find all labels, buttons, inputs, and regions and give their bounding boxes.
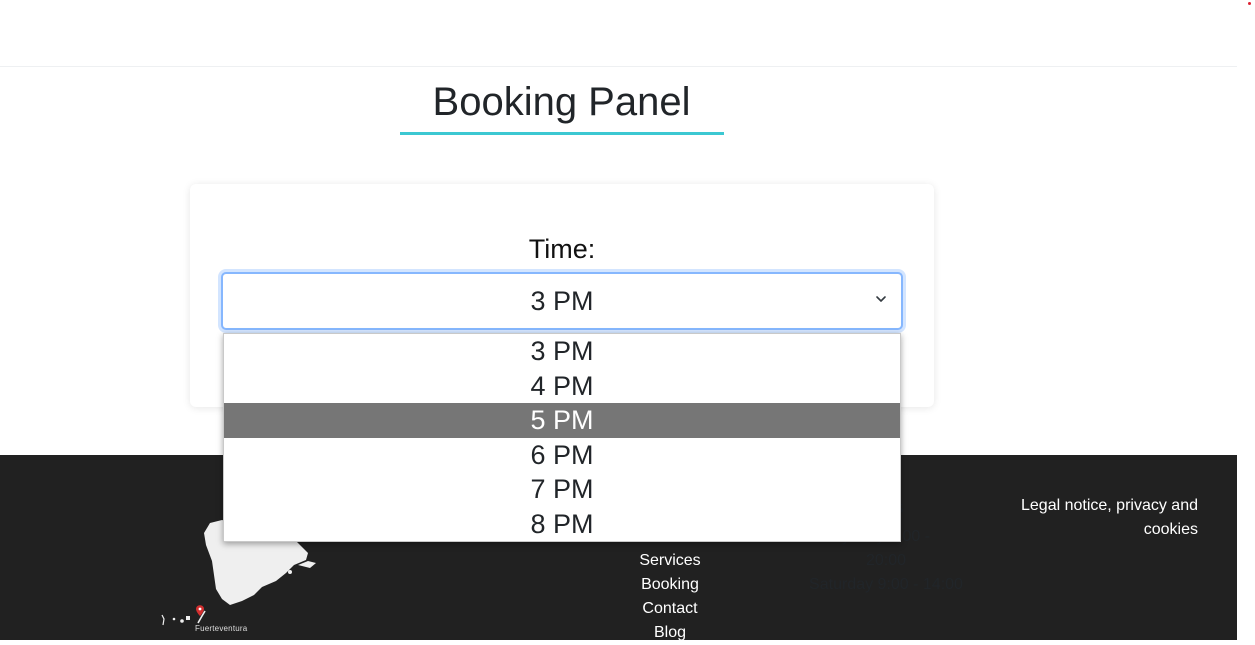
title-underline	[400, 132, 724, 135]
time-option[interactable]: 7 PM	[224, 472, 900, 507]
hours-line-saturday: Saturday 9:00 - 14:00	[809, 576, 963, 593]
time-select[interactable]: 3 PM	[221, 272, 903, 330]
legal-notice-link[interactable]: Legal notice, privacy and cookies	[1008, 494, 1198, 542]
time-select-value: 3 PM	[530, 286, 594, 316]
time-option[interactable]: 8 PM	[224, 507, 900, 542]
time-option-highlighted[interactable]: 5 PM	[224, 403, 900, 438]
scrollbar-gutter	[1237, 0, 1255, 640]
footer-link-booking[interactable]: Booking	[600, 573, 740, 597]
hours-line-weekdays-close: 20:00	[865, 552, 907, 569]
time-label: Time:	[528, 234, 596, 264]
footer-link-contact[interactable]: Contact	[600, 597, 740, 621]
top-header-bar	[0, 0, 1237, 67]
time-option[interactable]: 6 PM	[224, 438, 900, 473]
footer-link-services[interactable]: Services	[600, 549, 740, 573]
chevron-down-icon	[876, 296, 886, 302]
map-caption: Fuerteventura	[195, 624, 248, 633]
footer-link-blog[interactable]: Blog	[600, 621, 740, 645]
time-options-dropdown: 3 PM 4 PM 5 PM 6 PM 7 PM 8 PM	[223, 333, 901, 542]
footer-nav: Services Booking Contact Blog	[600, 549, 740, 645]
corner-indicator	[1248, 2, 1251, 5]
time-option[interactable]: 3 PM	[224, 334, 900, 369]
time-option[interactable]: 4 PM	[224, 369, 900, 404]
page-title: Booking Panel	[432, 80, 691, 124]
